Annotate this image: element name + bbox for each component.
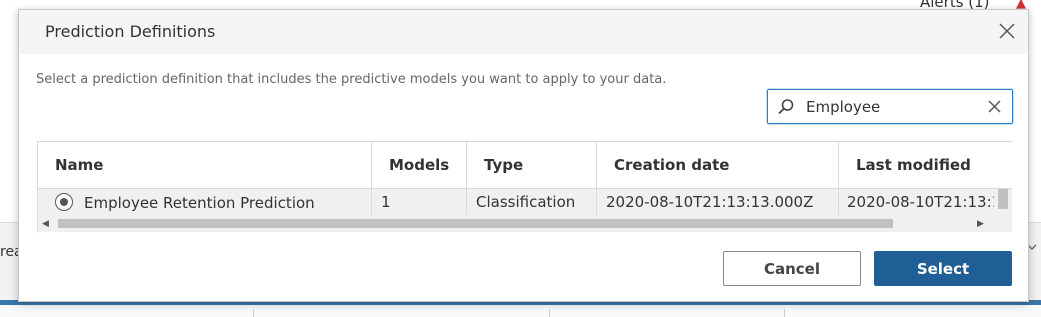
cell-last-modified: 2020-08-10T21:13:13.000Z	[847, 193, 994, 211]
row-radio-button[interactable]	[55, 193, 73, 211]
search-input[interactable]	[806, 95, 976, 119]
cancel-button[interactable]: Cancel	[723, 251, 861, 286]
app-background-bottom	[0, 305, 1041, 317]
scroll-left-icon[interactable]: ◀	[42, 219, 49, 229]
cell-creation-date: 2020-08-10T21:13:13.000Z	[597, 189, 839, 215]
select-button[interactable]: Select	[874, 251, 1012, 286]
cell-type: Classification	[467, 189, 597, 215]
dialog-header: Prediction Definitions	[19, 10, 1028, 54]
column-header-creation-date[interactable]: Creation date	[597, 142, 839, 189]
table-header: Name Models Type Creation date Last modi…	[38, 142, 1012, 189]
horizontal-scrollbar[interactable]: ◀ ▶	[38, 215, 1012, 232]
background-divider	[784, 309, 785, 317]
background-divider	[253, 309, 254, 317]
column-header-last-modified[interactable]: Last modified	[839, 142, 1012, 189]
search-icon	[777, 98, 795, 116]
dialog-title: Prediction Definitions	[45, 22, 216, 41]
close-button[interactable]	[996, 20, 1018, 42]
instruction-text: Select a prediction definition that incl…	[36, 72, 667, 87]
clear-search-icon[interactable]	[987, 99, 1002, 114]
search-box[interactable]	[767, 89, 1013, 124]
prediction-table: Name Models Type Creation date Last modi…	[37, 141, 1012, 233]
column-header-type[interactable]: Type	[467, 142, 597, 189]
close-icon	[999, 23, 1015, 39]
column-header-name[interactable]: Name	[38, 142, 372, 189]
horizontal-scrollbar-thumb[interactable]	[58, 219, 893, 228]
prediction-definitions-dialog: Prediction Definitions Select a predicti…	[18, 9, 1029, 302]
cell-models: 1	[372, 189, 467, 215]
table-row[interactable]: Employee Retention Prediction 1 Classifi…	[38, 189, 1012, 215]
scroll-right-icon[interactable]: ▶	[977, 219, 984, 229]
vertical-scrollbar-thumb[interactable]	[998, 189, 1008, 209]
column-header-models[interactable]: Models	[372, 142, 467, 189]
cell-name: Employee Retention Prediction	[38, 189, 372, 215]
background-divider	[549, 309, 550, 317]
cell-name-text: Employee Retention Prediction	[84, 194, 315, 212]
